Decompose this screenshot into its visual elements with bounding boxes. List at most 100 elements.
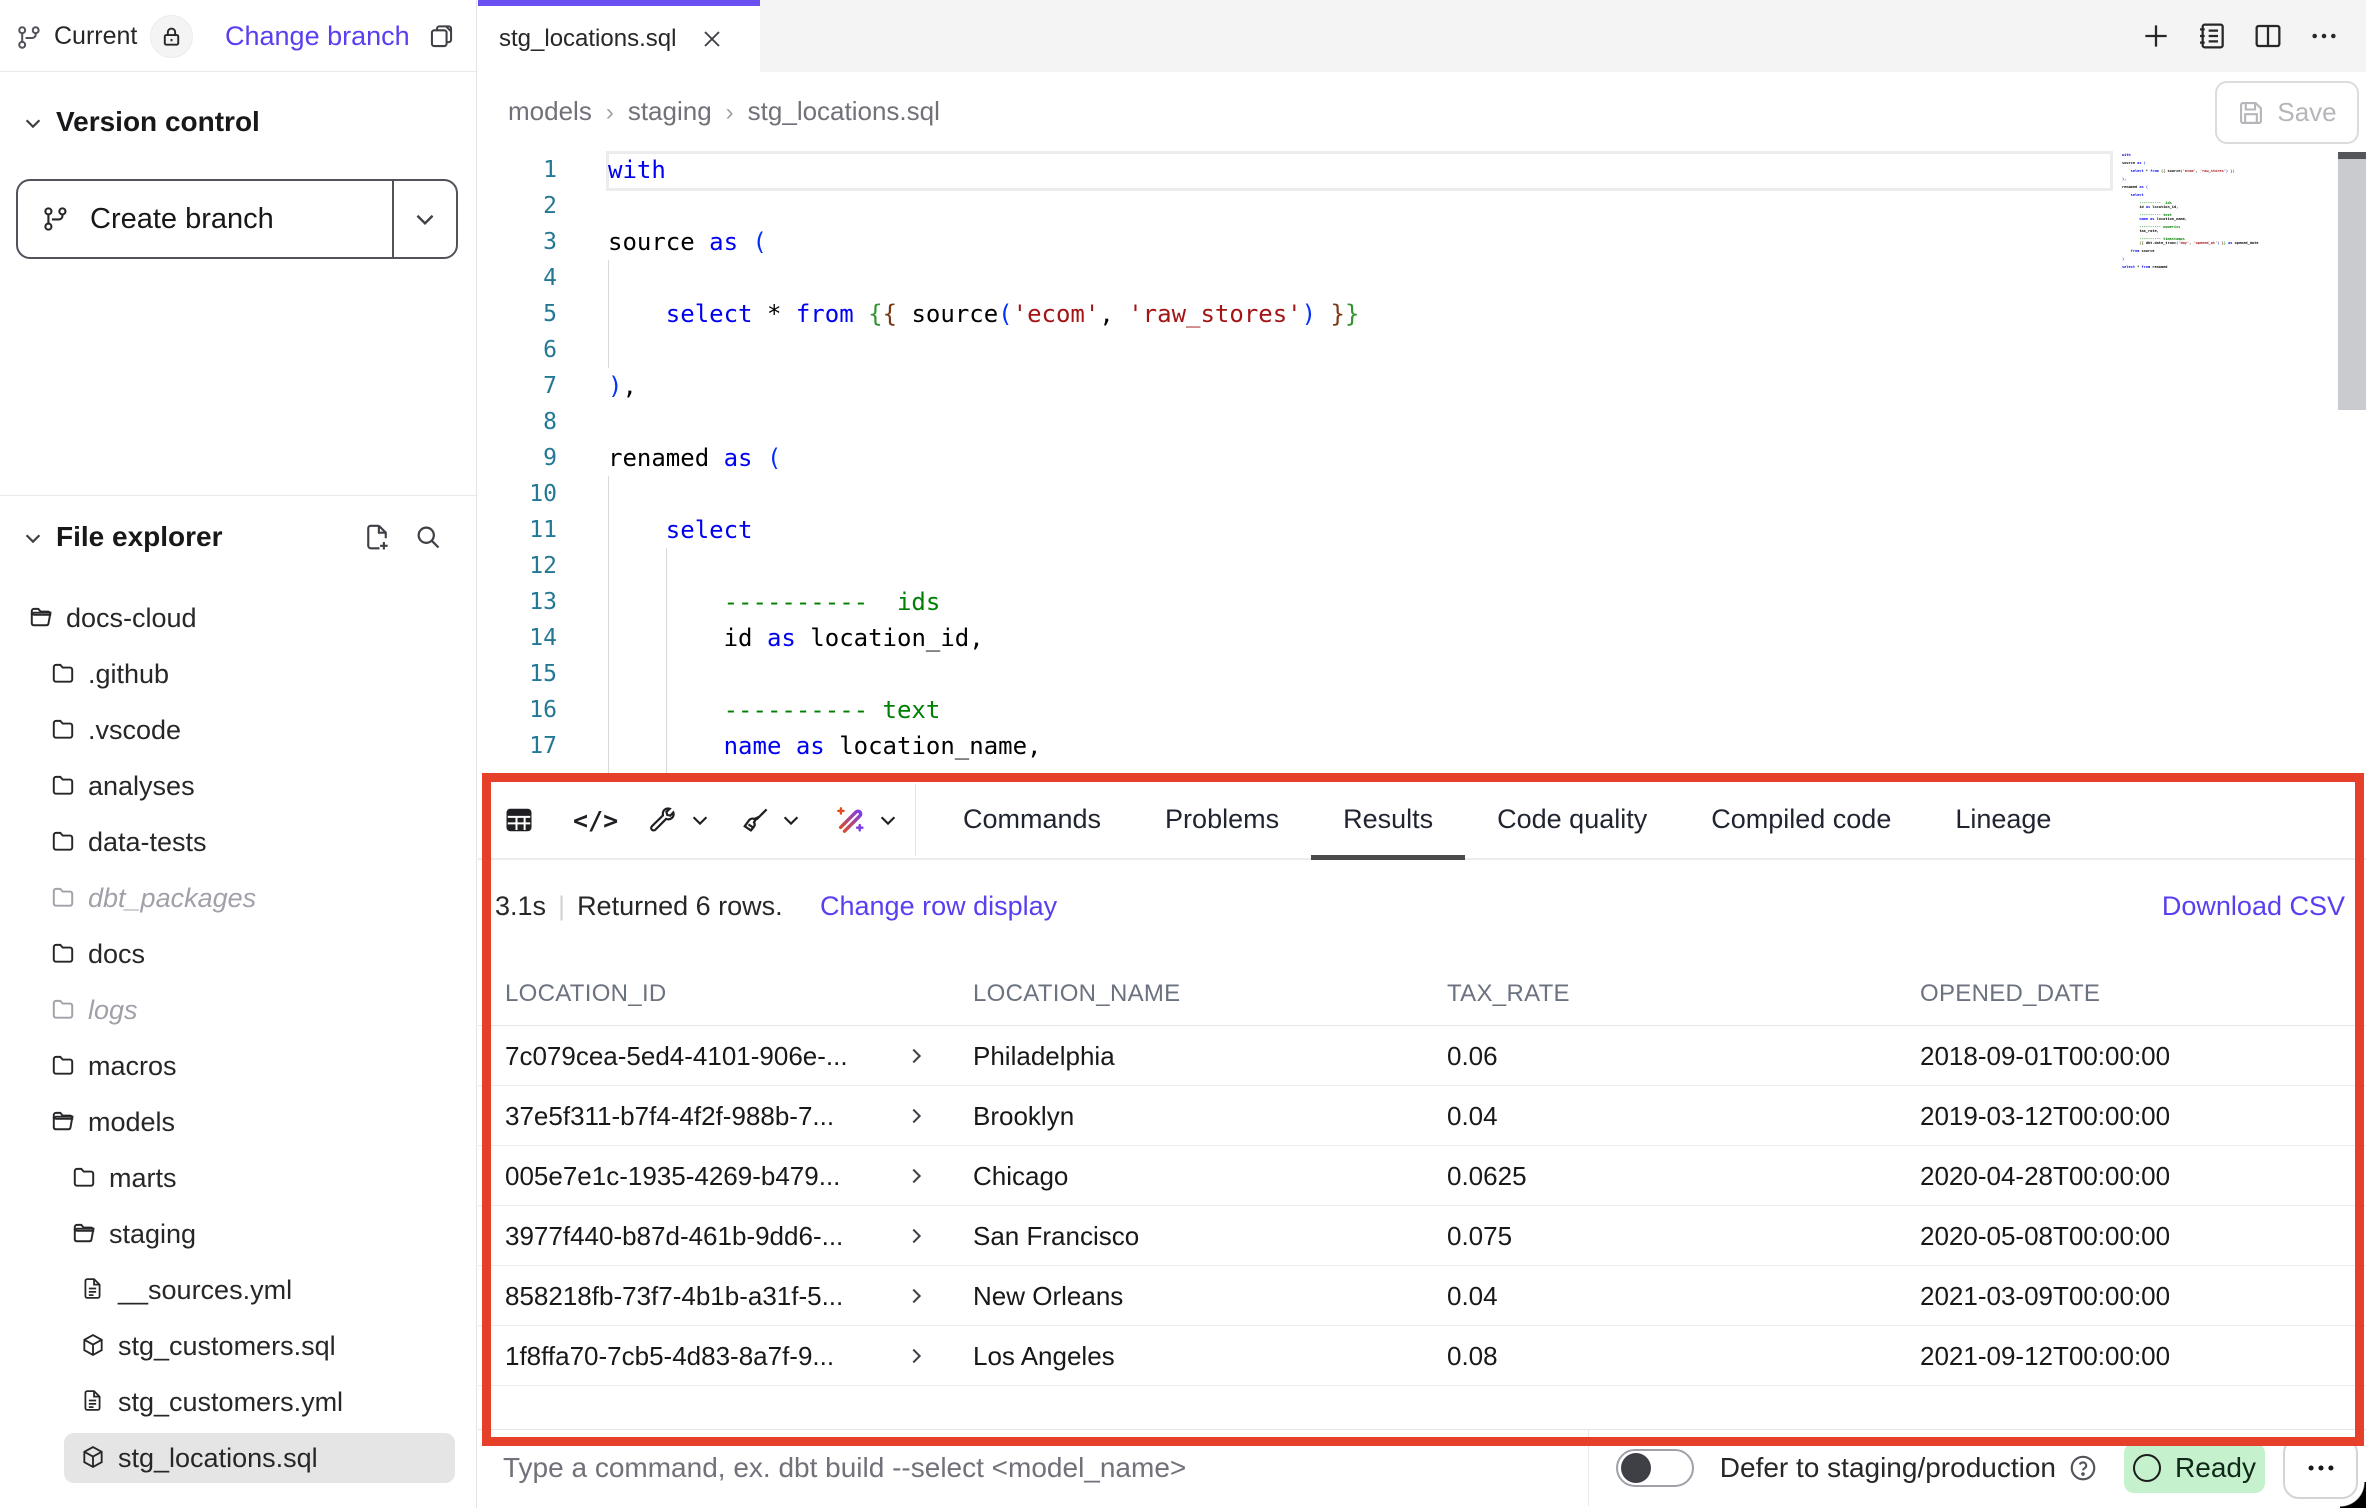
panel-tab-problems[interactable]: Problems	[1133, 782, 1311, 860]
copy-icon[interactable]	[428, 23, 455, 50]
notebook-icon[interactable]	[2196, 20, 2228, 52]
chevron-down-icon[interactable]	[689, 782, 711, 858]
line-number: 12	[478, 548, 557, 584]
version-control-header[interactable]: Version control	[0, 104, 476, 140]
expand-row-chevron-icon[interactable]	[905, 1105, 927, 1127]
create-branch-dropdown[interactable]	[392, 181, 456, 257]
breadcrumb-separator: ›	[592, 99, 628, 126]
tree-item-stg-customers-sql[interactable]: stg_customers.sql	[0, 1318, 476, 1374]
git-branch-icon	[16, 24, 43, 51]
panel-tab-commands[interactable]: Commands	[931, 782, 1133, 860]
file-explorer-header[interactable]: File explorer	[0, 519, 476, 555]
tree-item-docs[interactable]: docs	[0, 926, 476, 982]
breadcrumb-item[interactable]: models	[508, 96, 592, 126]
broom-icon[interactable]	[741, 782, 771, 858]
sidebar: Current Change branch Version control	[0, 0, 477, 1508]
expand-row-chevron-icon[interactable]	[905, 1165, 927, 1187]
line-content: ---------- text	[557, 692, 940, 728]
ellipsis-icon[interactable]	[2308, 20, 2340, 52]
chevron-down-icon[interactable]	[877, 782, 899, 858]
breadcrumb-item[interactable]: staging	[628, 96, 712, 126]
results-table-icon[interactable]	[504, 782, 534, 858]
new-file-icon[interactable]	[362, 522, 392, 552]
save-icon	[2237, 99, 2265, 127]
line-content: id as location_id,	[557, 620, 984, 656]
tree-item-dbt-packages[interactable]: dbt_packages	[0, 870, 476, 926]
cell-location_name: Philadelphia	[973, 1026, 1115, 1086]
expand-row-chevron-icon[interactable]	[905, 1045, 927, 1067]
chevron-down-icon[interactable]	[780, 782, 802, 858]
code-line-13: 13 ---------- ids	[478, 584, 2113, 620]
editor-scrollbar[interactable]	[2338, 150, 2366, 782]
tree-item--vscode[interactable]: .vscode	[0, 702, 476, 758]
line-content: with	[557, 152, 666, 188]
line-content	[557, 656, 608, 692]
code-editor[interactable]: 1with23source as (45 select * from {{ so…	[478, 150, 2366, 782]
tree-item-analyses[interactable]: analyses	[0, 758, 476, 814]
current-branch-label: Current	[54, 0, 137, 72]
tree-item--sources-yml[interactable]: __sources.yml	[0, 1262, 476, 1318]
save-label: Save	[2277, 97, 2336, 128]
create-branch-main[interactable]: Create branch	[18, 181, 392, 257]
change-row-display-link[interactable]: Change row display	[820, 886, 1057, 926]
save-button[interactable]: Save	[2215, 81, 2359, 144]
tree-item-stg-customers-yml[interactable]: stg_customers.yml	[0, 1374, 476, 1430]
cell-location_id: 858218fb-73f7-4b1b-a31f-5...	[505, 1266, 843, 1326]
code-icon[interactable]: </>	[573, 782, 618, 858]
tree-item--github[interactable]: .github	[0, 646, 476, 702]
tree-item-stg-locations-sql[interactable]: stg_locations.sql	[0, 1430, 476, 1486]
table-row: 37e5f311-b7f4-4f2f-988b-7...Brooklyn0.04…	[478, 1086, 2366, 1146]
folder-icon	[50, 660, 76, 686]
line-number: 3	[478, 224, 557, 260]
code-line-16: 16 ---------- text	[478, 692, 2113, 728]
line-number: 16	[478, 692, 557, 728]
tree-item-docs-cloud[interactable]: docs-cloud	[0, 590, 476, 646]
line-number: 17	[478, 728, 557, 764]
breadcrumb-item[interactable]: stg_locations.sql	[748, 96, 940, 126]
tab-stg-locations[interactable]: stg_locations.sql	[478, 0, 760, 72]
search-icon[interactable]	[414, 523, 442, 551]
branch-bar: Current Change branch	[0, 0, 476, 72]
command-bar-menu-button[interactable]	[2283, 1437, 2358, 1499]
command-bar-right: Defer to staging/production Ready	[1588, 1430, 2366, 1506]
command-input[interactable]: Type a command, ex. dbt build --select <…	[503, 1430, 1186, 1506]
tree-item-models[interactable]: models	[0, 1094, 476, 1150]
close-icon[interactable]	[700, 27, 724, 51]
expand-row-chevron-icon[interactable]	[905, 1345, 927, 1367]
folder-open-icon	[71, 1220, 97, 1246]
table-row: 3977f440-b87d-461b-9dd6-...San Francisco…	[478, 1206, 2366, 1266]
line-content	[557, 404, 608, 440]
cell-location_id: 3977f440-b87d-461b-9dd6-...	[505, 1206, 843, 1266]
panel-tab-lineage[interactable]: Lineage	[1923, 782, 2083, 860]
panel-tab-code-quality[interactable]: Code quality	[1465, 782, 1679, 860]
change-branch-link[interactable]: Change branch	[225, 0, 410, 72]
download-csv-link[interactable]: Download CSV	[2162, 886, 2345, 926]
question-circle-icon[interactable]	[2068, 1453, 2098, 1483]
scrollbar-thumb[interactable]	[2338, 152, 2366, 410]
editor-tabstrip: stg_locations.sql	[478, 0, 2366, 72]
tree-item-marts[interactable]: marts	[0, 1150, 476, 1206]
cell-location_name: New Orleans	[973, 1266, 1123, 1326]
tree-item-staging[interactable]: staging	[0, 1206, 476, 1262]
folder-icon	[71, 1164, 97, 1190]
panel-tab-results[interactable]: Results	[1311, 782, 1465, 860]
split-editor-icon[interactable]	[2252, 20, 2284, 52]
tree-item-macros[interactable]: macros	[0, 1038, 476, 1094]
defer-toggle[interactable]	[1616, 1449, 1694, 1487]
column-header-location_id: LOCATION_ID	[505, 968, 667, 1020]
tree-item-label: analyses	[88, 758, 195, 814]
magic-wand-icon[interactable]	[834, 782, 866, 858]
minimap[interactable]: with source as ( select * from {{ source…	[2122, 153, 2338, 779]
panel-tab-compiled-code[interactable]: Compiled code	[1679, 782, 1923, 860]
table-row: 858218fb-73f7-4b1b-a31f-5...New Orleans0…	[478, 1266, 2366, 1326]
cell-location_id: 37e5f311-b7f4-4f2f-988b-7...	[505, 1086, 834, 1146]
wrench-icon[interactable]	[645, 782, 675, 858]
expand-row-chevron-icon[interactable]	[905, 1285, 927, 1307]
new-tab-plus-icon[interactable]	[2140, 20, 2172, 52]
line-number: 9	[478, 440, 557, 476]
line-number: 1	[478, 152, 557, 188]
tree-item-data-tests[interactable]: data-tests	[0, 814, 476, 870]
tree-item-logs[interactable]: logs	[0, 982, 476, 1038]
cell-location_name: Brooklyn	[973, 1086, 1074, 1146]
expand-row-chevron-icon[interactable]	[905, 1225, 927, 1247]
